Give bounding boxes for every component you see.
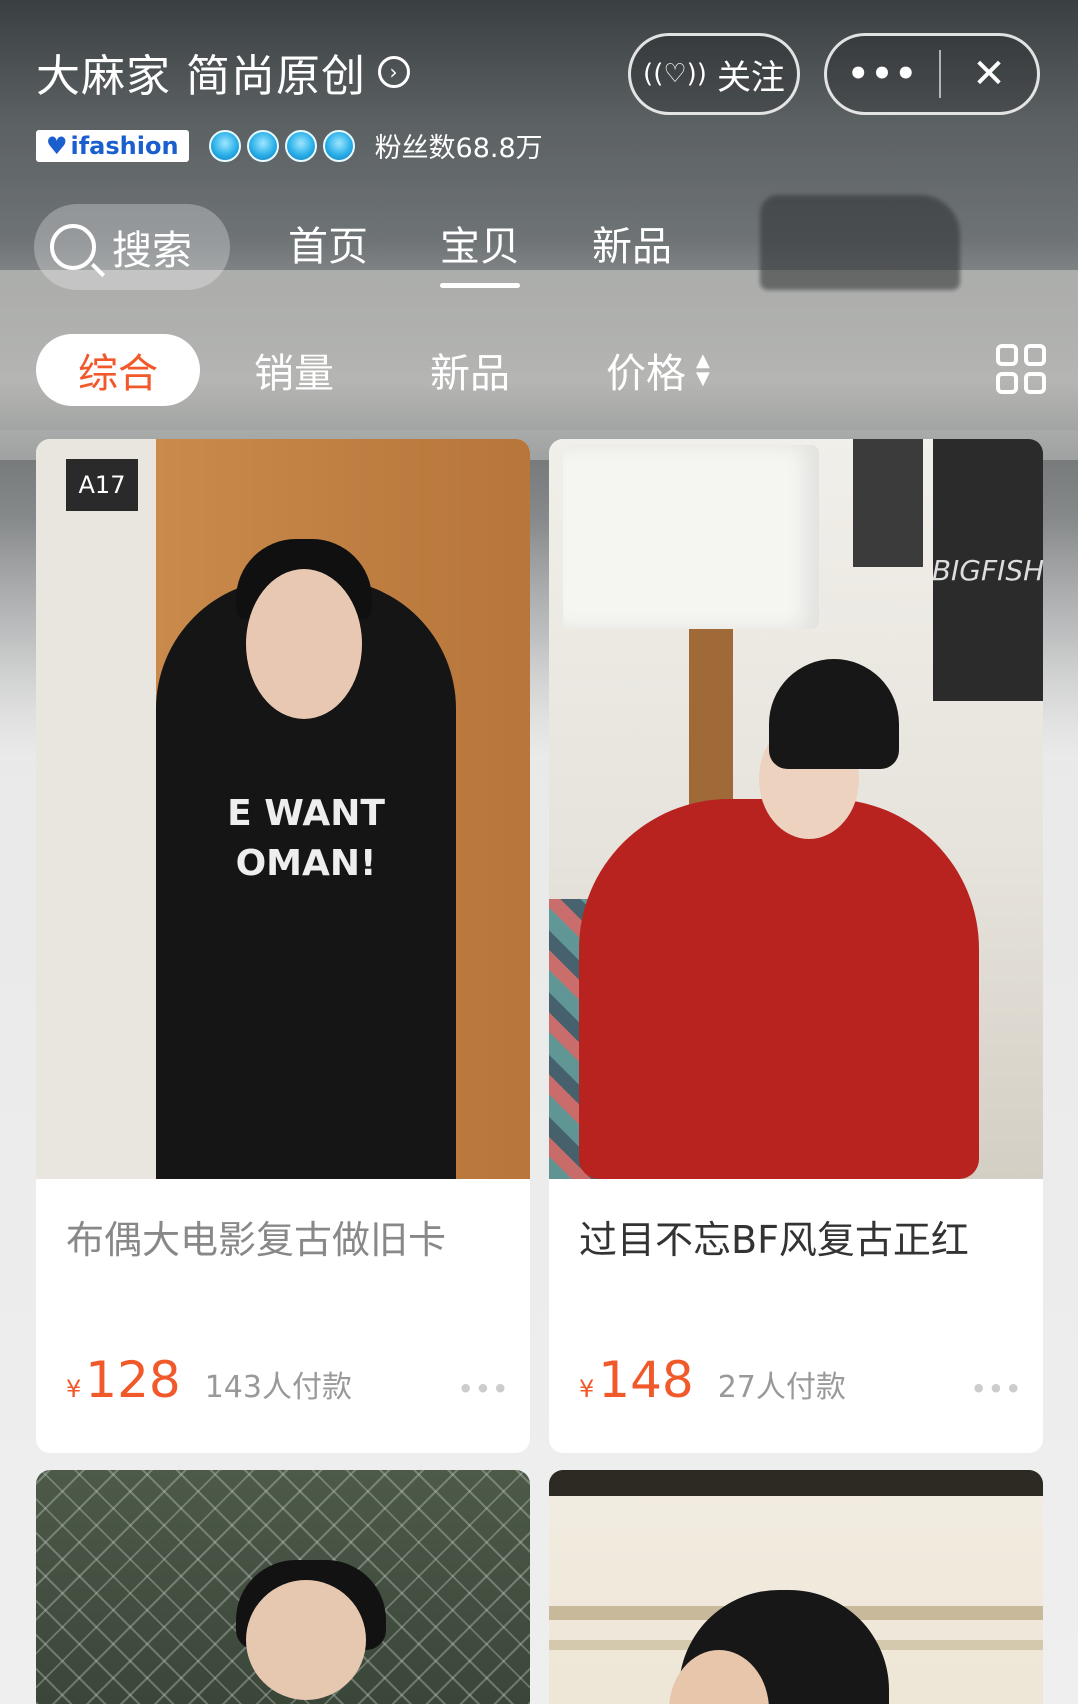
tab-items[interactable]: 宝贝 bbox=[440, 214, 520, 288]
door-sign: A17 bbox=[66, 459, 138, 511]
shop-level-crowns bbox=[208, 129, 355, 162]
shop-name: 大麻家 简尚原创 bbox=[36, 51, 366, 102]
wall-poster: BIGFISH bbox=[932, 439, 1043, 701]
sort-new[interactable]: 新品 bbox=[430, 341, 510, 399]
ifashion-badge-text: ifashion bbox=[70, 131, 179, 160]
product-card[interactable] bbox=[36, 1470, 530, 1704]
model-body bbox=[579, 799, 979, 1179]
currency-symbol: ¥ bbox=[579, 1375, 595, 1403]
ceiling-strip bbox=[549, 1470, 1043, 1496]
crown-icon bbox=[322, 129, 355, 162]
price-row: ¥128 143人付款 bbox=[66, 1351, 352, 1409]
sort-bar: 综合 销量 新品 价格 ▲ ▼ bbox=[36, 334, 1046, 406]
sort-comprehensive[interactable]: 综合 bbox=[36, 334, 200, 406]
tab-new[interactable]: 新品 bbox=[592, 214, 672, 288]
tab-home[interactable]: 首页 bbox=[288, 214, 368, 288]
more-icon[interactable]: ••• bbox=[971, 1375, 1023, 1403]
wall-poster bbox=[853, 439, 923, 567]
product-card[interactable]: A17 E WANT OMAN! 布偶大电影复古做旧卡 ¥128 143人付款 … bbox=[36, 439, 530, 1453]
product-image[interactable] bbox=[549, 1470, 1043, 1704]
fans-count: 粉丝数68.8万 bbox=[374, 133, 543, 164]
sort-price[interactable]: 价格 ▲ ▼ bbox=[606, 341, 710, 399]
ifashion-badge: ♥ ifashion bbox=[36, 129, 189, 162]
model-face bbox=[246, 569, 362, 719]
sort-sales[interactable]: 销量 bbox=[254, 341, 334, 399]
more-icon[interactable]: ••• bbox=[827, 54, 939, 94]
product-title: 过目不忘BF风复古正红 bbox=[579, 1218, 969, 1262]
currency-symbol: ¥ bbox=[66, 1375, 82, 1403]
price-value: 148 bbox=[598, 1351, 694, 1409]
model-face bbox=[246, 1580, 366, 1700]
search-label: 搜索 bbox=[112, 228, 192, 274]
search-button[interactable]: 搜索 bbox=[34, 204, 230, 290]
shop-nav-tabs: 首页 宝贝 新品 bbox=[288, 214, 672, 288]
product-info: 布偶大电影复古做旧卡 ¥128 143人付款 ••• bbox=[36, 1179, 530, 1453]
sold-count: 27人付款 bbox=[717, 1370, 846, 1405]
price-value: 128 bbox=[85, 1351, 181, 1409]
price-row: ¥148 27人付款 bbox=[579, 1351, 846, 1409]
product-price: ¥128 bbox=[66, 1351, 181, 1409]
capsule-menu: ••• ✕ bbox=[824, 33, 1040, 115]
product-info: 过目不忘BF风复古正红 ¥148 27人付款 ••• bbox=[549, 1179, 1043, 1453]
shop-title[interactable]: 大麻家 简尚原创 › bbox=[36, 40, 410, 104]
product-card[interactable] bbox=[549, 1470, 1043, 1704]
product-image[interactable]: BIGFISH bbox=[549, 439, 1043, 1179]
sweater-print: E WANT OMAN! bbox=[227, 793, 385, 884]
chevron-right-icon: › bbox=[378, 56, 410, 88]
lamp-shade bbox=[563, 445, 819, 629]
heart-icon: ♥ bbox=[46, 131, 68, 160]
follow-label: 关注 bbox=[716, 57, 785, 98]
crown-icon bbox=[246, 129, 279, 162]
follow-button[interactable]: ((♡)) 关注 bbox=[628, 33, 800, 115]
grid-view-icon[interactable] bbox=[996, 344, 1046, 394]
sold-count: 143人付款 bbox=[204, 1370, 352, 1405]
arrow-down-icon: ▼ bbox=[696, 368, 710, 389]
sort-price-label: 价格 bbox=[606, 351, 686, 397]
product-price: ¥148 bbox=[579, 1351, 694, 1409]
product-image[interactable] bbox=[36, 1470, 530, 1704]
product-title: 布偶大电影复古做旧卡 bbox=[66, 1218, 447, 1262]
backdrop-car bbox=[760, 195, 960, 290]
product-card[interactable]: BIGFISH 过目不忘BF风复古正红 ¥148 27人付款 ••• bbox=[549, 439, 1043, 1453]
more-icon[interactable]: ••• bbox=[458, 1375, 510, 1403]
sort-arrows-icon: ▲ ▼ bbox=[696, 352, 710, 388]
model-hat bbox=[769, 659, 899, 769]
product-image[interactable]: A17 E WANT OMAN! bbox=[36, 439, 530, 1179]
crown-icon bbox=[284, 129, 317, 162]
shop-meta: ♥ ifashion 粉丝数68.8万 bbox=[36, 126, 543, 165]
follow-icon: ((♡)) bbox=[643, 59, 707, 89]
crown-icon bbox=[208, 129, 241, 162]
close-icon[interactable]: ✕ bbox=[941, 51, 1037, 97]
search-icon bbox=[50, 224, 96, 270]
